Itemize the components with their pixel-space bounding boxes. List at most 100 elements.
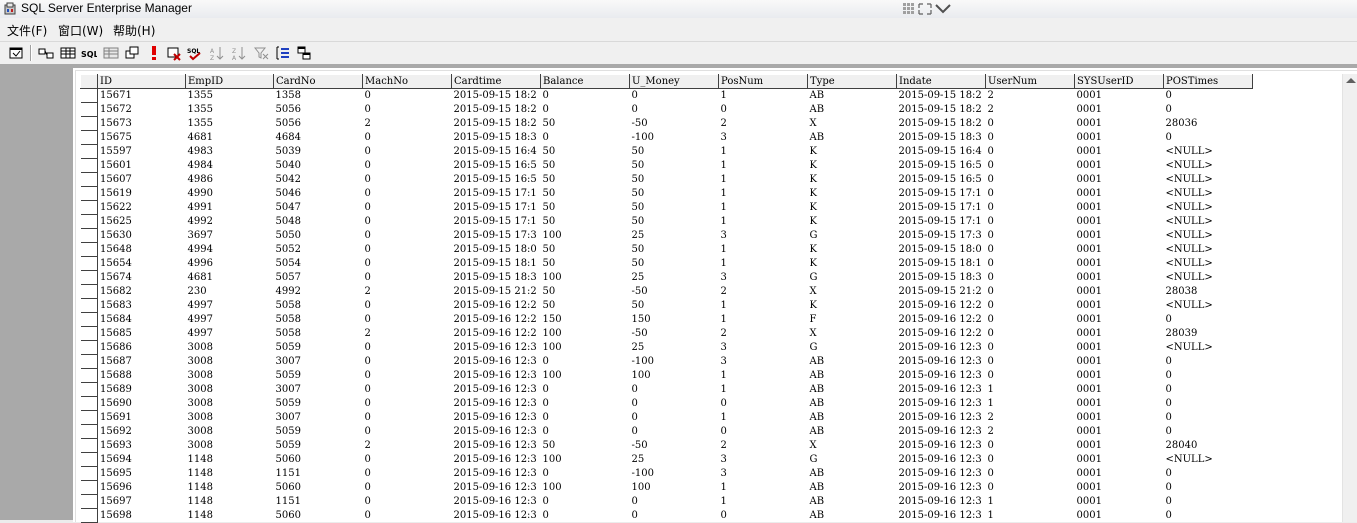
table-row[interactable]: 15694 1148 5060 0 2015-09-16 12:3 100 25 3 G 2015… [80,452,1253,467]
row-selector[interactable] [80,396,98,411]
table-row[interactable]: 15625 4992 5048 0 2015-09-15 17:1 50 50 1 K 2015-… [80,214,1253,229]
cell-balance[interactable]: 50 [541,201,630,215]
cell-sysuserid[interactable]: 0001 [1075,411,1164,425]
cell-indate[interactable]: 2015-09-16 12:2 [897,327,986,341]
cell-type[interactable]: K [808,299,897,313]
row-selector[interactable] [80,284,98,299]
cell-cardno[interactable]: 5060 [274,509,363,523]
cell-empid[interactable]: 1148 [186,509,274,523]
results-grid[interactable]: ID EmpID CardNo MachNo Cardtime Balance U_Mone… [80,74,1340,523]
cell-cardtime[interactable]: 2015-09-16 12:3 [452,341,541,355]
add-table-icon[interactable] [296,45,312,61]
cell-cardtime[interactable]: 2015-09-15 17:1 [452,187,541,201]
cell-u-money[interactable]: 25 [630,229,719,243]
cell-type[interactable]: AB [808,495,897,509]
cell-usernum[interactable]: 0 [986,355,1075,369]
cell-postimes[interactable]: 0 [1164,131,1253,145]
row-selector[interactable] [80,312,98,327]
table-row[interactable]: 15696 1148 5060 0 2015-09-16 12:3 100 100 1 AB 20… [80,480,1253,495]
cell-posnum[interactable]: 0 [719,103,808,117]
cell-balance[interactable]: 50 [541,173,630,187]
cell-cardtime[interactable]: 2015-09-15 18:2 [452,117,541,131]
cell-usernum[interactable]: 0 [986,243,1075,257]
cell-empid[interactable]: 1148 [186,481,274,495]
cell-id[interactable]: 15690 [98,397,186,411]
cell-cardtime[interactable]: 2015-09-15 16:5 [452,173,541,187]
cell-empid[interactable]: 3008 [186,411,274,425]
cell-balance[interactable]: 0 [541,495,630,509]
row-selector[interactable] [80,382,98,397]
cell-empid[interactable]: 3008 [186,355,274,369]
table-row[interactable]: 15686 3008 5059 0 2015-09-16 12:3 100 25 3 G 2015… [80,340,1253,355]
row-selector[interactable] [80,186,98,201]
menu-file[interactable]: 文件(F) [7,22,47,39]
show-grid-pane-icon[interactable] [60,45,76,61]
cell-u-money[interactable]: 50 [630,201,719,215]
cell-balance[interactable]: 100 [541,341,630,355]
cell-usernum[interactable]: 2 [986,425,1075,439]
cell-empid[interactable]: 4990 [186,187,274,201]
cell-machno[interactable]: 2 [363,285,452,299]
menu-window[interactable]: 窗口(W) [58,22,103,39]
cell-machno[interactable]: 0 [363,131,452,145]
cell-id[interactable]: 15686 [98,341,186,355]
cell-indate[interactable]: 2015-09-15 17:1 [897,215,986,229]
table-row[interactable]: 15622 4991 5047 0 2015-09-15 17:1 50 50 1 K 2015-… [80,200,1253,215]
table-row[interactable]: 15619 4990 5046 0 2015-09-15 17:1 50 50 1 K 2015-… [80,186,1253,201]
cell-balance[interactable]: 50 [541,285,630,299]
cell-posnum[interactable]: 1 [719,257,808,271]
table-row[interactable]: 15607 4986 5042 0 2015-09-15 16:5 50 50 1 K 2015-… [80,172,1253,187]
cell-type[interactable]: X [808,439,897,453]
cell-posnum[interactable]: 1 [719,495,808,509]
cell-sysuserid[interactable]: 0001 [1075,313,1164,327]
cell-sysuserid[interactable]: 0001 [1075,201,1164,215]
column-header-postimes[interactable]: POSTimes [1163,74,1253,89]
cell-id[interactable]: 15601 [98,159,186,173]
table-row[interactable]: 15684 4997 5058 0 2015-09-16 12:2 150 150 1 F 201… [80,312,1253,327]
cell-cardno[interactable]: 5042 [274,173,363,187]
cell-usernum[interactable]: 0 [986,187,1075,201]
cell-cardno[interactable]: 5058 [274,299,363,313]
cell-machno[interactable]: 2 [363,117,452,131]
cell-cardno[interactable]: 5039 [274,145,363,159]
cell-usernum[interactable]: 2 [986,103,1075,117]
cell-balance[interactable]: 100 [541,229,630,243]
column-header-machno[interactable]: MachNo [362,74,452,89]
cell-posnum[interactable]: 1 [719,215,808,229]
cell-postimes[interactable]: 28039 [1164,327,1253,341]
cell-sysuserid[interactable]: 0001 [1075,369,1164,383]
row-selector[interactable] [80,200,98,215]
cell-cardtime[interactable]: 2015-09-16 12:3 [452,467,541,481]
cell-empid[interactable]: 4681 [186,131,274,145]
cell-balance[interactable]: 50 [541,117,630,131]
cell-cardno[interactable]: 5058 [274,313,363,327]
row-selector[interactable] [80,368,98,383]
cell-machno[interactable]: 0 [363,299,452,313]
cell-balance[interactable]: 50 [541,439,630,453]
cell-sysuserid[interactable]: 0001 [1075,243,1164,257]
cell-usernum[interactable]: 0 [986,313,1075,327]
cell-posnum[interactable]: 1 [719,481,808,495]
cell-postimes[interactable]: 0 [1164,383,1253,397]
cell-cardtime[interactable]: 2015-09-16 12:2 [452,299,541,313]
cell-balance[interactable]: 0 [541,355,630,369]
cell-id[interactable]: 15607 [98,173,186,187]
cell-postimes[interactable]: <NULL> [1164,173,1253,187]
cell-posnum[interactable]: 3 [719,467,808,481]
cell-indate[interactable]: 2015-09-15 16:4 [897,145,986,159]
row-selector[interactable] [80,340,98,355]
cell-cardtime[interactable]: 2015-09-16 12:3 [452,425,541,439]
cell-empid[interactable]: 3008 [186,397,274,411]
cell-cardtime[interactable]: 2015-09-16 12:3 [452,509,541,523]
column-header-posnum[interactable]: PosNum [718,74,808,89]
cell-id[interactable]: 15693 [98,439,186,453]
cell-empid[interactable]: 1355 [186,89,274,103]
cell-cardno[interactable]: 1151 [274,467,363,481]
scroll-up-arrow-icon[interactable] [1346,78,1356,83]
column-header-balance[interactable]: Balance [540,74,630,89]
cell-id[interactable]: 15619 [98,187,186,201]
cell-machno[interactable]: 0 [363,159,452,173]
cell-postimes[interactable]: 28036 [1164,117,1253,131]
cell-usernum[interactable]: 0 [986,201,1075,215]
cell-indate[interactable]: 2015-09-16 12:3 [897,411,986,425]
